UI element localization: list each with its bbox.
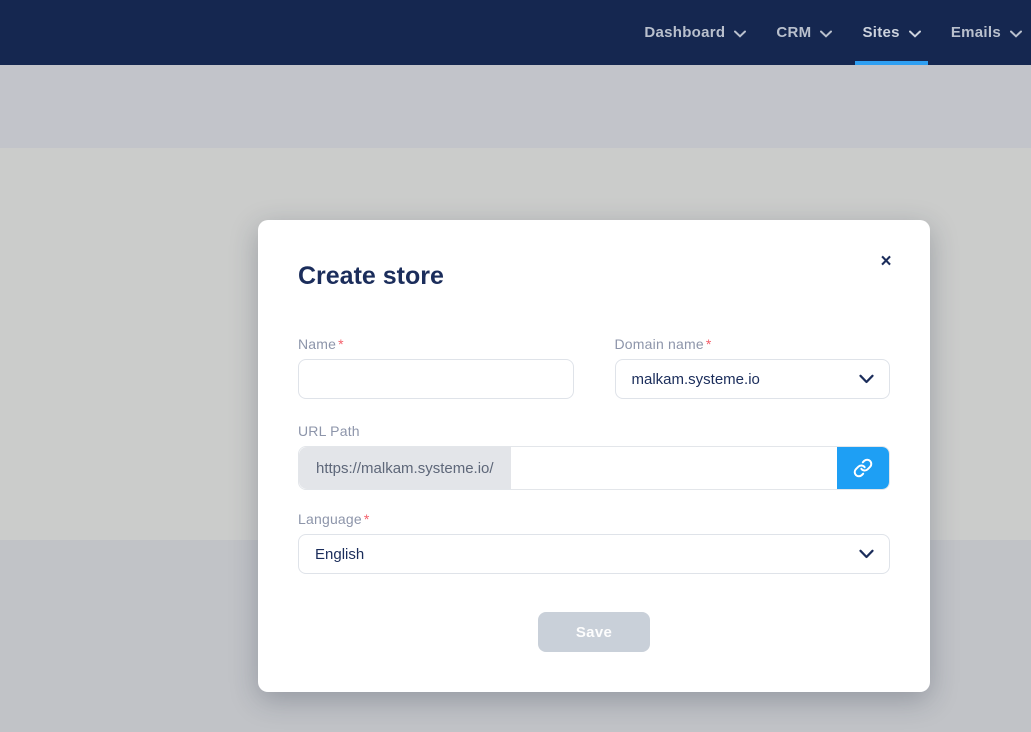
domain-field: Domain name* malkam.systeme.io <box>615 337 891 399</box>
nav-item-crm-label: CRM <box>776 24 811 41</box>
modal-title: Create store <box>298 262 890 290</box>
language-select-value: English <box>315 546 364 563</box>
nav-item-dashboard-label: Dashboard <box>644 24 725 41</box>
nav-item-sites-label: Sites <box>862 24 899 41</box>
language-label: Language* <box>298 512 890 527</box>
chevron-down-icon <box>1010 30 1022 38</box>
modal-actions: Save <box>298 612 890 652</box>
link-icon <box>853 458 873 478</box>
link-button[interactable] <box>837 447 889 489</box>
url-path-input[interactable] <box>511 447 837 489</box>
required-asterisk: * <box>706 336 712 352</box>
create-store-modal: × Create store Name* Domain name* malkam… <box>258 220 930 692</box>
name-input[interactable] <box>298 359 574 399</box>
page-background-upper <box>0 65 1031 148</box>
language-select[interactable]: English <box>298 534 890 574</box>
chevron-down-icon <box>734 30 746 38</box>
main-nav: Dashboard CRM Sites Emails <box>621 0 1029 65</box>
domain-select[interactable]: malkam.systeme.io <box>615 359 891 399</box>
nav-item-emails[interactable]: Emails <box>944 0 1029 65</box>
language-field: Language* English <box>298 512 890 574</box>
url-path-field: URL Path https://malkam.systeme.io/ <box>298 424 890 490</box>
nav-item-crm[interactable]: CRM <box>769 0 839 65</box>
chevron-down-icon <box>909 30 921 38</box>
url-path-label: URL Path <box>298 424 890 439</box>
chevron-down-icon <box>820 30 832 38</box>
url-path-group: https://malkam.systeme.io/ <box>298 446 890 490</box>
active-tab-underline <box>855 61 927 65</box>
save-button[interactable]: Save <box>538 612 650 652</box>
domain-label: Domain name* <box>615 337 891 352</box>
url-prefix: https://malkam.systeme.io/ <box>299 447 511 489</box>
chevron-down-icon <box>859 374 874 384</box>
top-navbar: Dashboard CRM Sites Emails <box>0 0 1031 65</box>
nav-item-sites[interactable]: Sites <box>855 0 927 65</box>
required-asterisk: * <box>338 336 344 352</box>
nav-item-emails-label: Emails <box>951 24 1001 41</box>
nav-item-dashboard[interactable]: Dashboard <box>637 0 753 65</box>
required-asterisk: * <box>364 511 370 527</box>
domain-select-value: malkam.systeme.io <box>632 371 760 388</box>
chevron-down-icon <box>859 549 874 559</box>
close-icon[interactable]: × <box>874 250 898 274</box>
name-domain-row: Name* Domain name* malkam.systeme.io <box>298 337 890 399</box>
name-label: Name* <box>298 337 574 352</box>
name-field: Name* <box>298 337 574 399</box>
